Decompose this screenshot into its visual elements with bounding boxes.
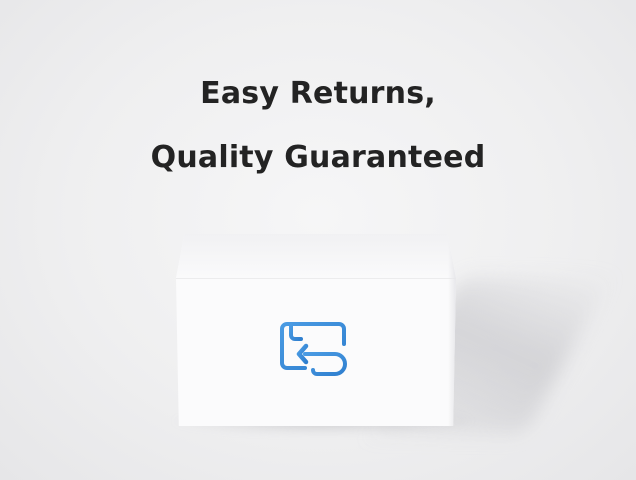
headline-line-2: Quality Guaranteed bbox=[150, 140, 486, 175]
box-lid bbox=[176, 234, 456, 278]
headline-line-1: Easy Returns, bbox=[200, 76, 436, 111]
headline: Easy Returns, Quality Guaranteed bbox=[0, 62, 636, 190]
box-lid-edge bbox=[176, 278, 456, 279]
return-arrow-box-icon bbox=[280, 322, 347, 376]
